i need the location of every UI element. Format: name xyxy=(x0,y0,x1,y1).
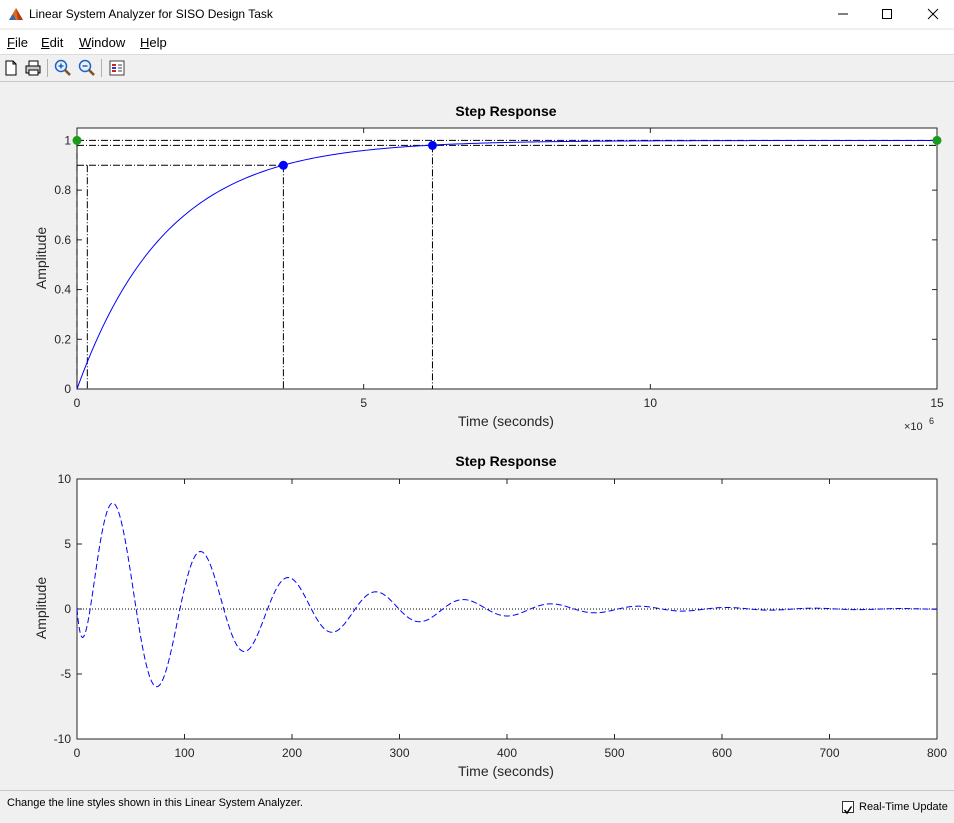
x-tick-label: 10 xyxy=(644,396,658,410)
plot-2-ylabel: Amplitude xyxy=(33,577,49,639)
x-tick-label: 800 xyxy=(927,746,947,760)
plot-1-x-exponent-base: ×10 xyxy=(904,421,923,433)
print-button[interactable] xyxy=(23,58,43,78)
zoom-in-icon xyxy=(54,59,71,76)
y-tick-label: 0 xyxy=(64,602,71,616)
checkmark-icon xyxy=(843,806,853,815)
plot-1-axes-box xyxy=(76,127,938,390)
y-tick-label: 10 xyxy=(58,472,72,486)
realtime-update-checkbox[interactable] xyxy=(842,801,854,815)
menu-bar: File Edit Window Help xyxy=(0,30,954,55)
characteristic-point-marker[interactable] xyxy=(427,140,437,150)
zoom-out-button[interactable] xyxy=(77,58,97,78)
step-response-plot-2[interactable]: Step Response 0 100 200 300 400 500 600 700 800-… xyxy=(33,453,947,779)
menu-edit-mnemonic: E xyxy=(41,35,50,50)
status-bar: Change the line styles shown in this Lin… xyxy=(0,790,954,823)
plot-1-xlabel: Time (seconds) xyxy=(458,413,554,429)
close-icon xyxy=(927,8,939,20)
new-button[interactable] xyxy=(1,58,21,78)
close-button[interactable] xyxy=(910,0,954,28)
realtime-update-label[interactable]: Real-Time Update xyxy=(859,801,948,813)
zoom-out-icon xyxy=(78,59,95,76)
menu-file[interactable]: File xyxy=(7,35,28,50)
minimize-icon xyxy=(838,13,848,15)
toolbar-separator xyxy=(47,59,48,77)
y-tick-label: 1 xyxy=(64,133,71,147)
x-tick-label: 100 xyxy=(174,746,194,760)
print-icon xyxy=(25,60,41,76)
x-tick-label: 15 xyxy=(930,396,944,410)
x-tick-label: 200 xyxy=(282,746,302,760)
maximize-button[interactable] xyxy=(864,0,910,28)
y-tick-label: 0.8 xyxy=(54,183,71,197)
menu-help-mnemonic: H xyxy=(140,35,150,50)
characteristic-point-marker[interactable] xyxy=(278,160,288,170)
plot-1-x-exponent: 6 xyxy=(929,416,934,426)
minimize-button[interactable] xyxy=(820,0,866,28)
toolbar-separator xyxy=(101,59,102,77)
y-tick-label: -5 xyxy=(60,667,71,681)
matlab-app-icon xyxy=(9,8,23,20)
plot-1-ylabel: Amplitude xyxy=(33,227,49,289)
y-tick-label: 0 xyxy=(64,382,71,396)
plot-1-title: Step Response xyxy=(455,103,556,119)
legend-button[interactable] xyxy=(107,58,127,78)
y-tick-label: 0.4 xyxy=(54,283,71,297)
x-tick-label: 700 xyxy=(819,746,839,760)
x-tick-label: 600 xyxy=(712,746,732,760)
x-tick-label: 5 xyxy=(360,396,367,410)
x-tick-label: 500 xyxy=(604,746,624,760)
menu-window-label: indow xyxy=(91,35,126,50)
new-file-icon xyxy=(5,60,17,76)
steady-state-marker[interactable] xyxy=(72,135,82,145)
x-tick-label: 0 xyxy=(74,746,81,760)
menu-edit[interactable]: Edit xyxy=(41,35,63,50)
toolbar xyxy=(0,55,954,82)
y-tick-label: 0.2 xyxy=(54,332,71,346)
menu-file-mnemonic: F xyxy=(7,35,15,50)
x-tick-label: 400 xyxy=(497,746,517,760)
y-tick-label: 0.6 xyxy=(54,233,71,247)
status-message: Change the line styles shown in this Lin… xyxy=(7,797,303,809)
title-bar: Linear System Analyzer for SISO Design T… xyxy=(0,0,954,28)
maximize-icon xyxy=(882,9,892,19)
menu-window-mnemonic: W xyxy=(79,35,92,50)
window-title: Linear System Analyzer for SISO Design T… xyxy=(29,7,273,21)
menu-help-label: elp xyxy=(149,35,167,50)
steady-state-marker[interactable] xyxy=(932,135,942,145)
menu-help[interactable]: Help xyxy=(140,35,167,50)
menu-window[interactable]: Window xyxy=(79,35,125,50)
plot-2-title: Step Response xyxy=(455,453,556,469)
step-response-plot-1[interactable]: Step Response 0 5 10 15 0 0.2 0.4 0.6 0.8 1 Time … xyxy=(33,103,944,433)
x-tick-label: 0 xyxy=(74,396,81,410)
plot-2-xlabel: Time (seconds) xyxy=(458,763,554,779)
menu-file-label: ile xyxy=(14,35,28,50)
menu-edit-label: dit xyxy=(49,35,64,50)
plot-area[interactable]: Step Response 0 5 10 15 0 0.2 0.4 0.6 0.8 1 Time … xyxy=(0,82,954,790)
zoom-in-button[interactable] xyxy=(53,58,73,78)
legend-icon xyxy=(109,60,125,76)
y-tick-label: -10 xyxy=(54,732,72,746)
y-tick-label: 5 xyxy=(64,537,71,551)
x-tick-label: 300 xyxy=(389,746,409,760)
